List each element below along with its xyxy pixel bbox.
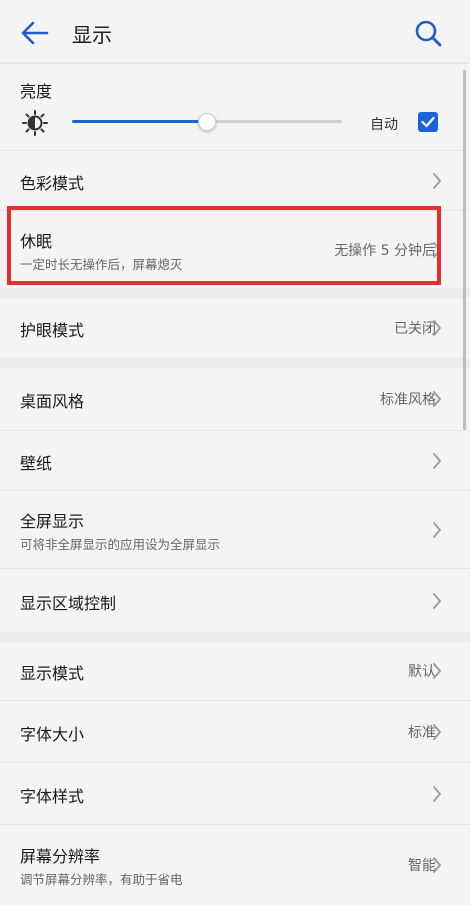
setting-desktop-style[interactable]: 桌面风格 标准风格 (0, 358, 470, 440)
setting-subtitle: 可将非全屏显示的应用设为全屏显示 (20, 536, 221, 552)
setting-display-area[interactable]: 显示区域控制 (0, 568, 470, 633)
brightness-slider[interactable] (72, 113, 342, 131)
setting-wallpaper[interactable]: 壁纸 (0, 430, 470, 491)
setting-title: 字体样式 (20, 786, 85, 806)
setting-title: 壁纸 (20, 453, 53, 473)
chevron-right-icon (433, 723, 441, 740)
top-app-bar: 显示 (0, 0, 470, 62)
chevron-right-icon (433, 452, 441, 469)
setting-font-style[interactable]: 字体样式 (0, 762, 470, 825)
setting-full-screen[interactable]: 全屏显示可将非全屏显示的应用设为全屏显示 (0, 490, 470, 569)
auto-brightness-label: 自动 (370, 117, 398, 133)
chevron-right-icon (433, 592, 441, 609)
search-icon[interactable] (414, 19, 442, 47)
setting-title: 显示模式 (20, 664, 85, 683)
setting-color-mode[interactable]: 色彩模式 (0, 150, 470, 211)
slider-fill (72, 120, 207, 123)
setting-title: 色彩模式 (20, 173, 85, 193)
sun-icon (22, 110, 48, 136)
scrollbar[interactable] (463, 70, 466, 430)
setting-title: 屏幕分辨率 (20, 846, 101, 866)
brightness-section: 亮度 自动 (0, 64, 470, 150)
setting-title: 桌面风格 (20, 392, 85, 411)
setting-value: 标准风格 (380, 392, 436, 408)
setting-title: 全屏显示 (20, 511, 85, 531)
setting-title: 字体大小 (20, 724, 85, 744)
setting-subtitle: 一定时长无操作后，屏幕熄灭 (20, 256, 183, 272)
slider-thumb[interactable] (198, 113, 216, 131)
setting-subtitle: 调节屏幕分辨率，有助于省电 (20, 871, 183, 887)
chevron-right-icon (433, 521, 441, 538)
setting-sleep[interactable]: 休眠一定时长无操作后，屏幕熄灭 无操作 5 分钟后 (0, 210, 470, 289)
auto-brightness-checkbox[interactable] (418, 112, 438, 132)
setting-display-mode[interactable]: 显示模式 默认 (0, 632, 470, 710)
setting-title: 休眠 (20, 231, 53, 251)
check-icon (421, 116, 435, 128)
chevron-right-icon (433, 391, 441, 407)
chevron-right-icon (433, 241, 441, 258)
chevron-right-icon (433, 172, 441, 189)
brightness-label: 亮度 (20, 82, 53, 101)
page-title: 显示 (72, 23, 112, 47)
chevron-right-icon (433, 320, 441, 336)
setting-font-size[interactable]: 字体大小 标准 (0, 700, 470, 763)
setting-title: 护眼模式 (20, 321, 85, 340)
setting-value: 已关闭 (394, 321, 436, 337)
setting-title: 显示区域控制 (20, 593, 117, 613)
settings-list: 亮度 自动 色彩模式休眠一定时长无操作后，屏幕熄灭 无操作 5 分钟后护眼模式 已关… (0, 64, 470, 893)
chevron-right-icon (433, 856, 441, 873)
chevron-right-icon (433, 785, 441, 802)
back-arrow-icon[interactable] (20, 20, 50, 46)
setting-eye-comfort[interactable]: 护眼模式 已关闭 (0, 288, 470, 368)
setting-value: 无操作 5 分钟后 (334, 242, 436, 259)
chevron-right-icon (433, 663, 441, 679)
